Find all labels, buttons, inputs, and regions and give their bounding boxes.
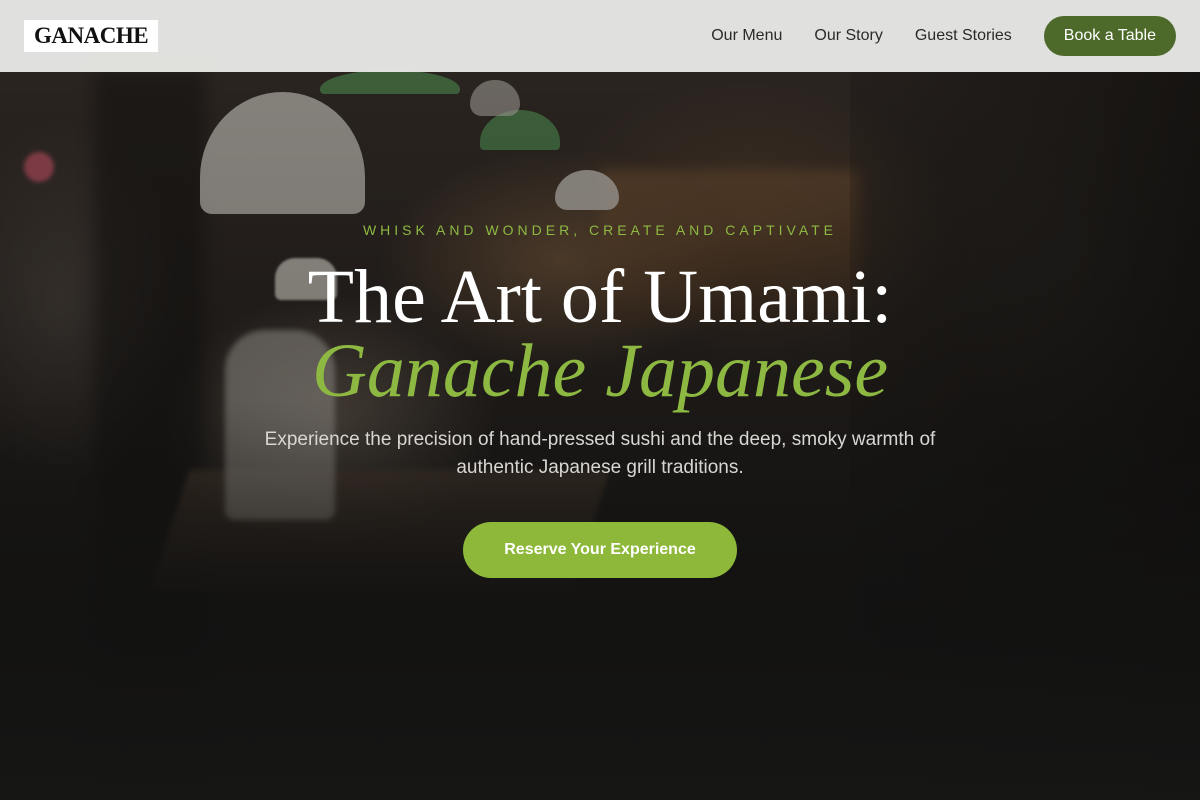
nav-link-guest-stories[interactable]: Guest Stories (915, 27, 1012, 45)
book-table-button[interactable]: Book a Table (1043, 16, 1176, 56)
hero-tagline: WHISK AND WONDER, CREATE AND CAPTIVATE (362, 222, 838, 238)
nav-link-our-menu[interactable]: Our Menu (711, 27, 782, 45)
hero-title: The Art of Umami: (307, 255, 893, 339)
hero-subtitle: Experience the precision of hand-pressed… (264, 429, 936, 478)
site-logo[interactable]: GANACHE (24, 20, 159, 52)
nav-link-our-story[interactable]: Our Story (814, 27, 882, 45)
hero-title-highlight: Ganache Japanese (311, 329, 889, 413)
site-header: GANACHE Our Menu Our Story Guest Stories… (0, 0, 1200, 72)
reserve-experience-button[interactable]: Reserve Your Experience (463, 522, 737, 578)
page: GANACHE Our Menu Our Story Guest Stories… (0, 0, 1200, 800)
main-nav: Our Menu Our Story Guest Stories Book a … (711, 16, 1176, 56)
